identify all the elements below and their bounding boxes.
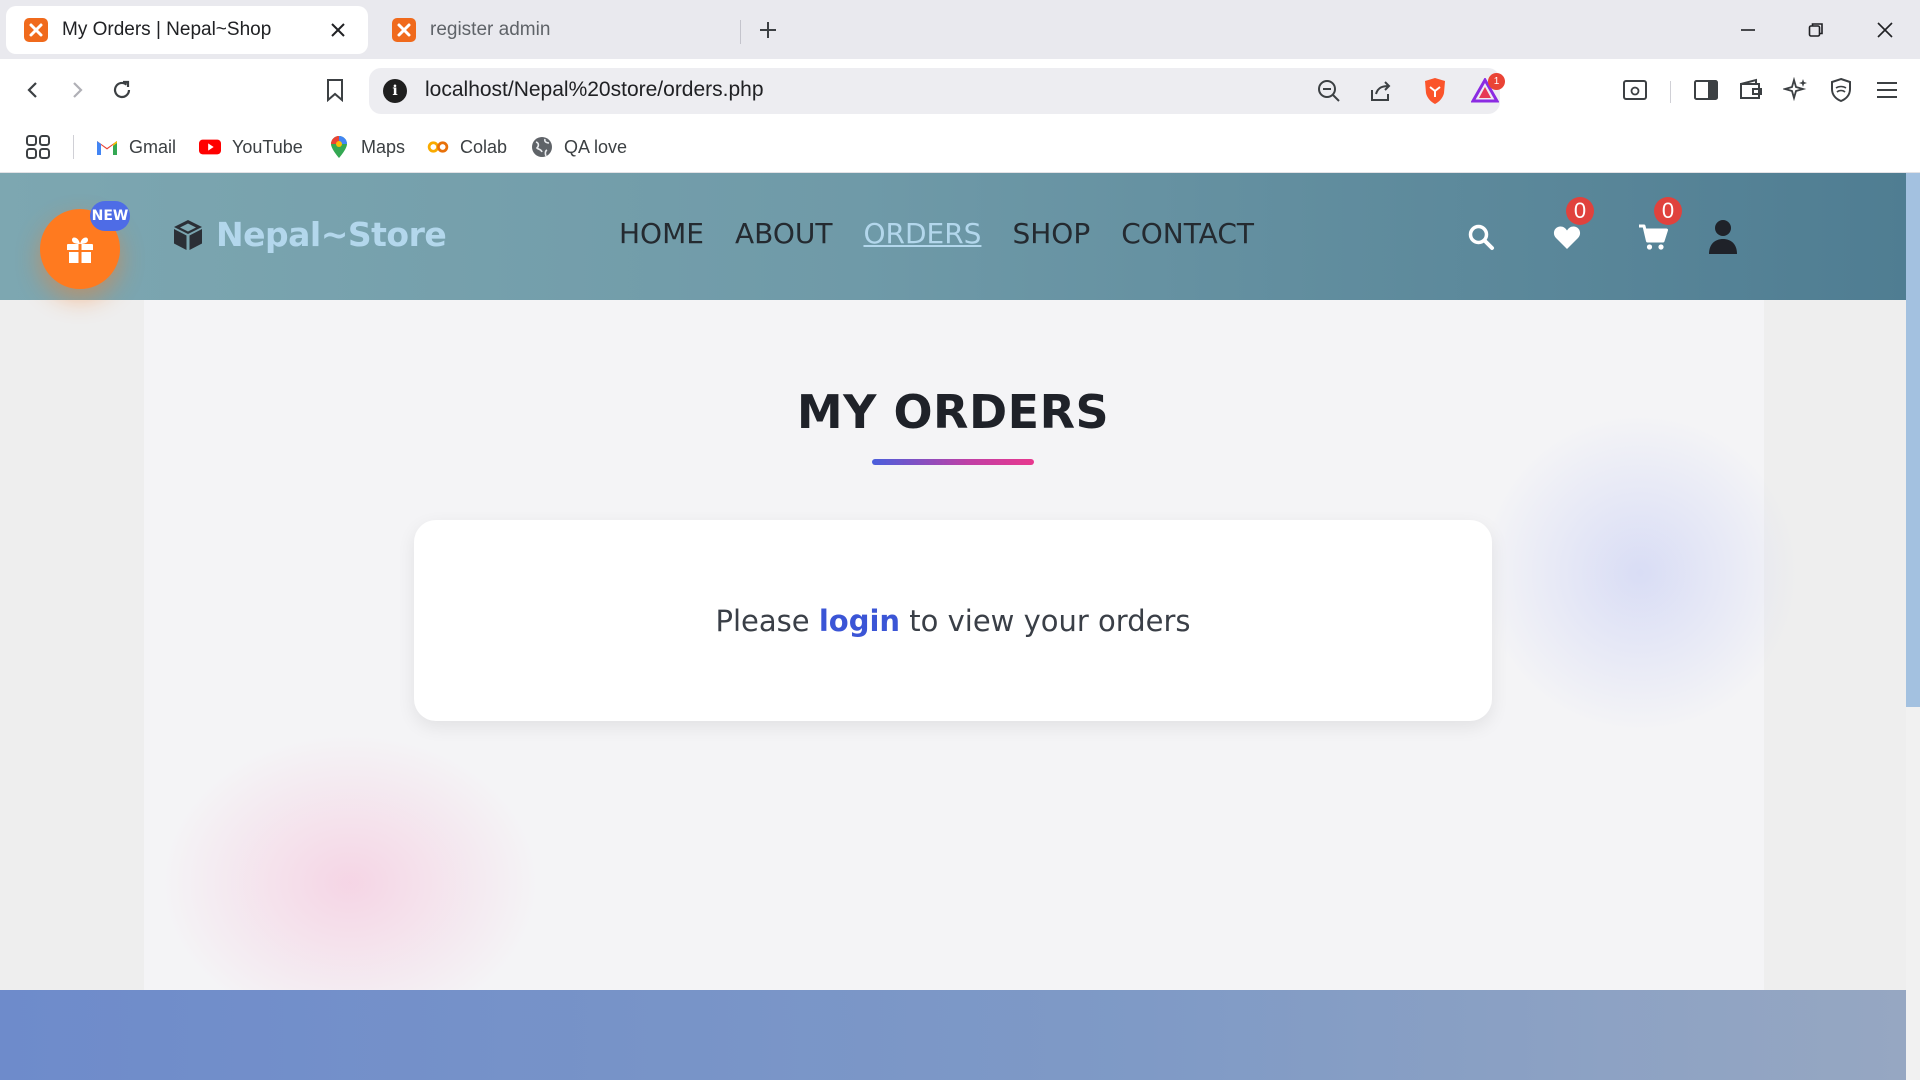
xampp-favicon-icon	[24, 18, 48, 42]
site-header: NEW Nepal~Store HOME ABOUT ORDERS SHOP C…	[0, 173, 1906, 300]
bookmarks-divider	[73, 135, 74, 159]
orders-card: Please login to view your orders	[414, 520, 1492, 721]
close-tab-icon[interactable]	[326, 18, 350, 42]
gmail-icon	[96, 136, 118, 158]
site-info-icon[interactable]: i	[383, 79, 407, 103]
sidebar-icon[interactable]	[1688, 72, 1724, 108]
restore-button[interactable]	[1794, 12, 1838, 48]
login-link[interactable]: login	[819, 604, 900, 638]
tab-my-orders[interactable]: My Orders | Nepal~Shop	[6, 6, 368, 54]
share-icon[interactable]	[1365, 76, 1397, 106]
tab-divider	[740, 20, 741, 44]
menu-icon[interactable]	[1869, 72, 1905, 108]
bookmarks-bar: Gmail YouTube Maps Colab QA love	[0, 121, 1920, 173]
forward-button[interactable]	[59, 72, 95, 108]
reader-mode-icon[interactable]	[1617, 72, 1653, 108]
youtube-icon	[199, 136, 221, 158]
new-tab-button[interactable]	[752, 14, 784, 46]
nav-shop[interactable]: SHOP	[1012, 217, 1090, 250]
nav-about[interactable]: ABOUT	[735, 217, 833, 250]
decorative-blob-pink	[160, 733, 540, 1033]
decorative-blob-blue	[1480, 413, 1800, 733]
address-bar[interactable]: i localhost/Nepal%20store/orders.php 1	[369, 68, 1505, 114]
bookmark-label: Maps	[361, 136, 406, 157]
maps-icon	[328, 136, 350, 158]
rewards-badge: 1	[1488, 73, 1505, 90]
title-underline	[872, 459, 1034, 465]
cart-count-badge: 0	[1654, 197, 1682, 225]
globe-icon	[531, 136, 553, 158]
wallet-icon[interactable]	[1733, 72, 1769, 108]
bookmark-icon[interactable]	[317, 72, 353, 108]
vpn-shield-icon[interactable]	[1823, 72, 1859, 108]
colab-icon	[427, 136, 449, 158]
nav-contact[interactable]: CONTACT	[1121, 217, 1254, 250]
page-viewport: NEW Nepal~Store HOME ABOUT ORDERS SHOP C…	[0, 173, 1920, 1080]
message-prefix: Please	[715, 603, 819, 638]
box-icon	[174, 219, 202, 250]
url-text[interactable]: localhost/Nepal%20store/orders.php	[425, 78, 764, 102]
bookmark-label: Gmail	[129, 136, 177, 157]
bookmark-colab[interactable]: Colab	[427, 131, 507, 163]
reload-button[interactable]	[104, 72, 140, 108]
bookmark-label: QA love	[564, 136, 628, 157]
xampp-favicon-icon	[392, 18, 416, 42]
scrollbar-track[interactable]	[1906, 173, 1920, 1080]
bookmark-maps[interactable]: Maps	[328, 131, 405, 163]
orders-message: Please login to view your orders	[716, 604, 1191, 638]
tab-register-admin[interactable]: register admin	[374, 6, 740, 54]
bookmark-label: Colab	[460, 136, 508, 157]
toolbar-divider	[1670, 81, 1671, 103]
zoom-out-icon[interactable]	[1313, 76, 1345, 106]
leo-ai-icon[interactable]	[1778, 72, 1814, 108]
page-title: MY ORDERS	[796, 385, 1110, 439]
tab-title: register admin	[430, 19, 551, 40]
scrollbar-thumb[interactable]	[1906, 173, 1920, 707]
bookmark-qa-love[interactable]: QA love	[531, 131, 627, 163]
bookmark-gmail[interactable]: Gmail	[96, 131, 176, 163]
brave-shields-icon[interactable]	[1419, 76, 1451, 106]
apps-grid-icon[interactable]	[24, 133, 52, 161]
minimize-button[interactable]	[1726, 12, 1770, 48]
bookmark-label: YouTube	[232, 136, 303, 157]
nav-home[interactable]: HOME	[619, 217, 704, 250]
wishlist-count-badge: 0	[1566, 197, 1594, 225]
main-nav: HOME ABOUT ORDERS SHOP CONTACT	[619, 217, 1285, 250]
logo-text: Nepal~Store	[216, 215, 447, 254]
tab-title: My Orders | Nepal~Shop	[62, 19, 272, 40]
close-window-button[interactable]	[1863, 12, 1907, 48]
footer-band	[0, 990, 1906, 1080]
new-badge: NEW	[90, 201, 130, 231]
back-button[interactable]	[15, 72, 51, 108]
message-suffix: to view your orders	[900, 603, 1191, 638]
brave-rewards-icon[interactable]: 1	[1469, 73, 1505, 106]
site-logo[interactable]: Nepal~Store	[170, 215, 447, 254]
browser-tabstrip: My Orders | Nepal~Shop register admin	[0, 0, 1920, 59]
gift-icon	[67, 237, 93, 263]
browser-toolbar: i localhost/Nepal%20store/orders.php 1	[0, 59, 1920, 121]
nav-orders[interactable]: ORDERS	[863, 217, 981, 250]
search-icon[interactable]	[1460, 217, 1502, 257]
user-account-icon[interactable]	[1702, 217, 1744, 257]
bookmark-youtube[interactable]: YouTube	[199, 131, 303, 163]
